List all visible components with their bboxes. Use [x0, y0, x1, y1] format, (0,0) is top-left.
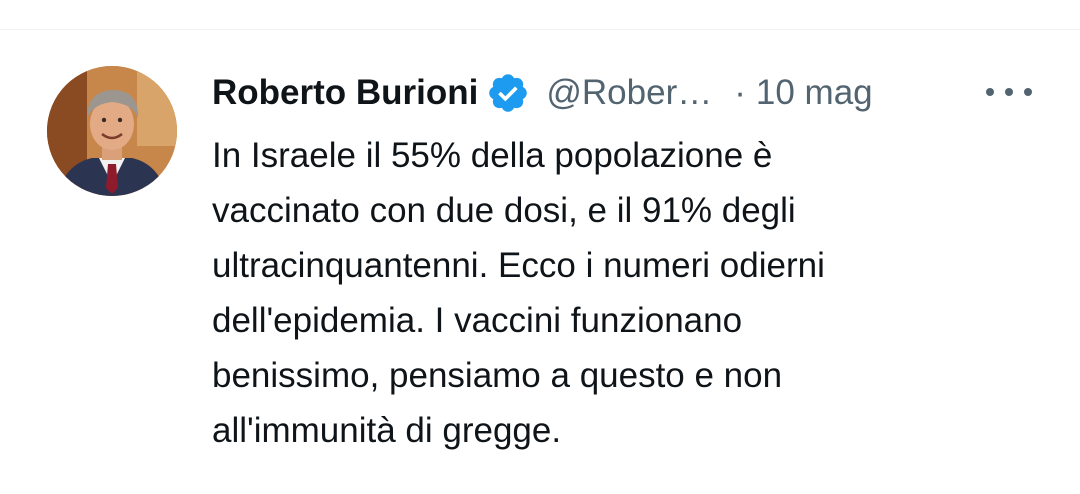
tweet-text-line: dell'epidemia. I vaccini funzionano: [212, 301, 743, 340]
separator-dot: ·: [734, 73, 746, 112]
author-handle[interactable]: @Rober…: [546, 73, 712, 113]
more-dot: [986, 88, 994, 96]
tweet-text-line: ultracinquantenni. Ecco i numeri odierni: [212, 246, 825, 285]
tweet-header: Roberto Burioni @Rober… · 10 mag: [212, 68, 873, 118]
tweet-text-line: benissimo, pensiamo a questo e non: [212, 356, 783, 395]
tweet-text-line: In Israele il 55% della popolazione è: [212, 136, 773, 175]
more-dot: [1024, 88, 1032, 96]
tweet[interactable]: Roberto Burioni @Rober… · 10 mag In Isra…: [0, 30, 1080, 494]
tweet-text-line: vaccinato con due dosi, e il 91% degli: [212, 191, 796, 230]
tweet-timestamp[interactable]: 10 mag: [756, 73, 873, 113]
more-dot: [1005, 88, 1013, 96]
author-name[interactable]: Roberto Burioni: [212, 73, 478, 113]
avatar[interactable]: [47, 66, 177, 196]
more-options-icon[interactable]: [986, 82, 1032, 102]
verified-badge-icon: [486, 71, 530, 115]
tweet-text: In Israele il 55% della popolazione è va…: [212, 128, 1032, 458]
tweet-text-line: all'immunità di gregge.: [212, 411, 562, 450]
avatar-photo: [47, 66, 177, 196]
